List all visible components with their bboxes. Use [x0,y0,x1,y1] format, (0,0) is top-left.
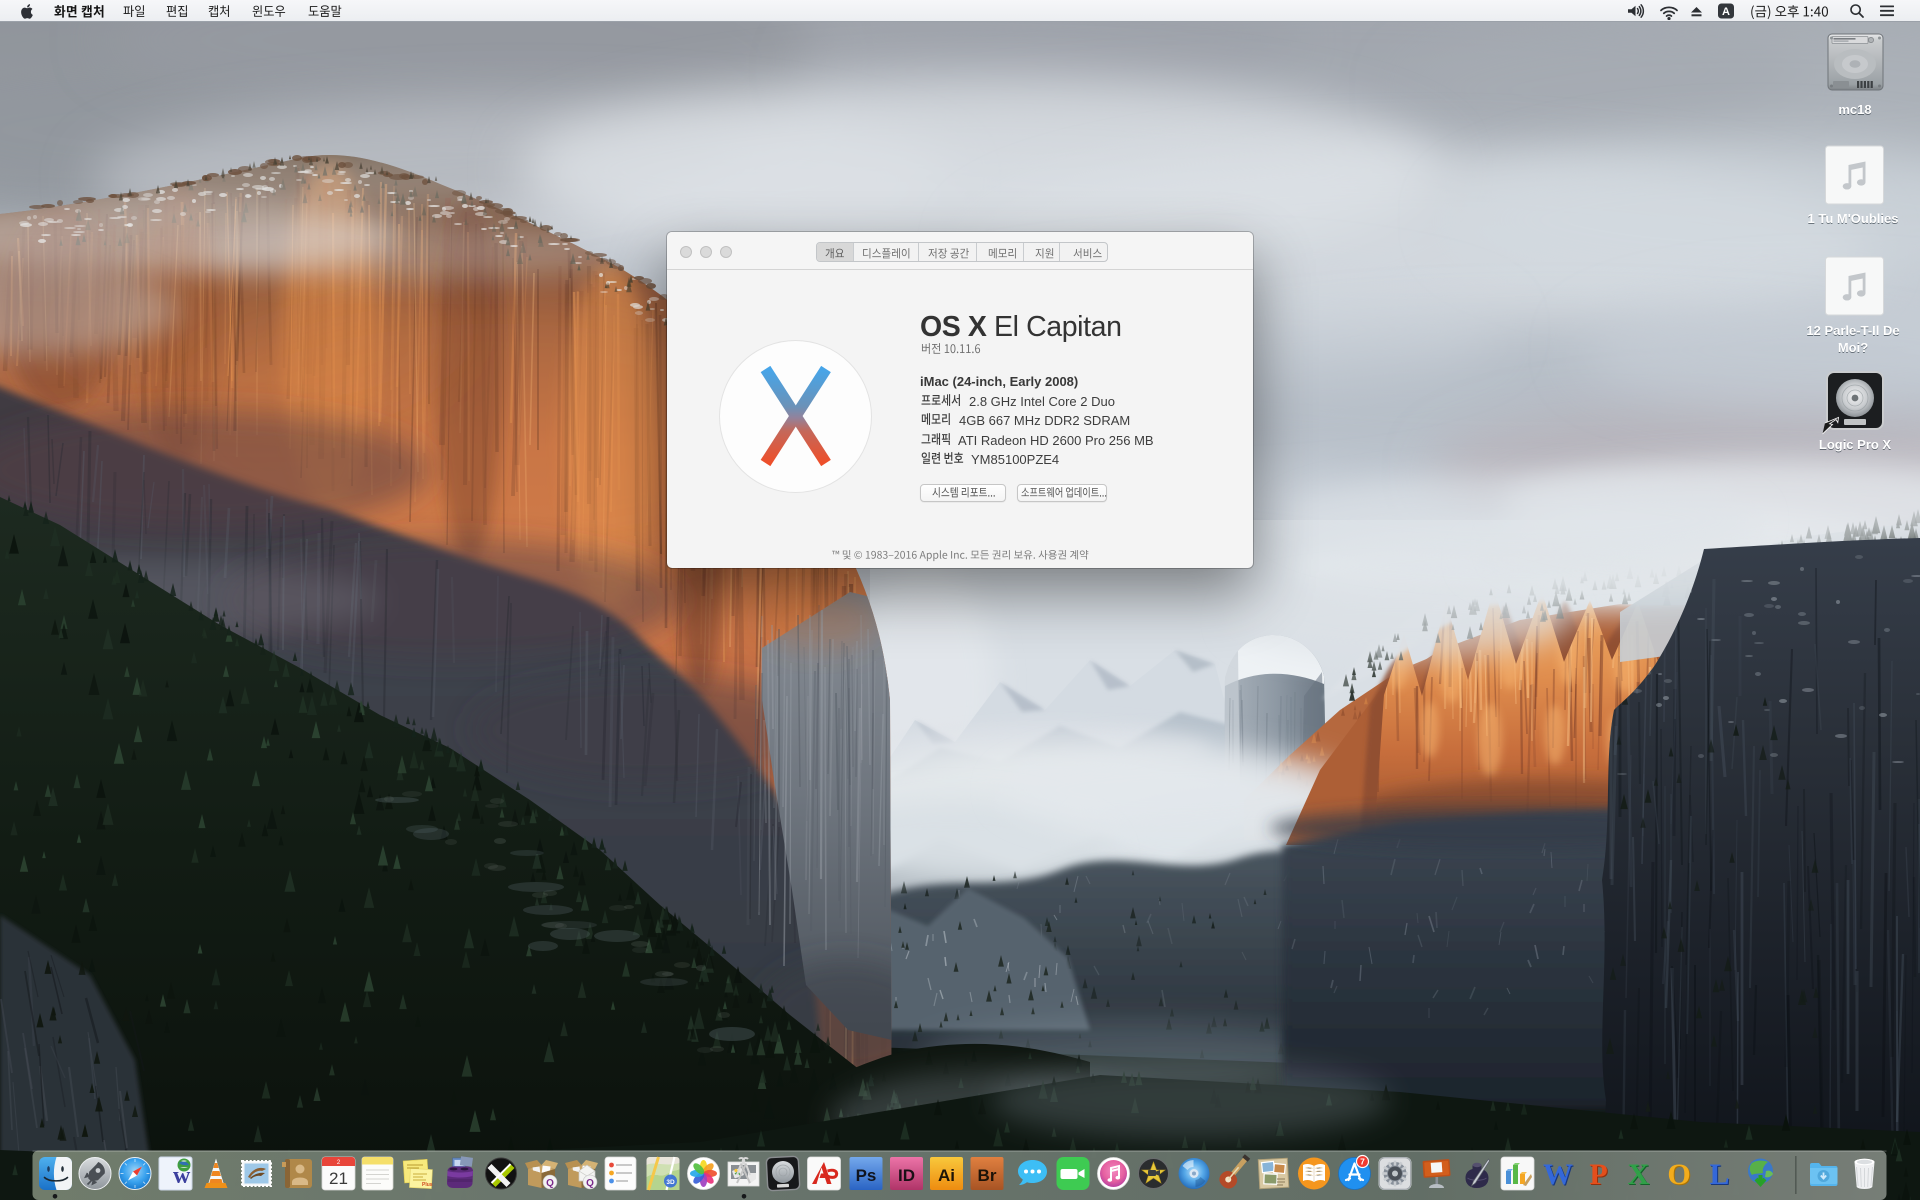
svg-text:21: 21 [329,1169,348,1188]
svg-text:ID: ID [898,1166,915,1185]
svg-text:L: L [1709,1158,1729,1191]
svg-text:Q: Q [586,1178,594,1189]
svg-text:X: X [1628,1158,1650,1191]
svg-text:A: A [1722,6,1730,18]
svg-text:Ai: Ai [938,1166,955,1185]
svg-text:7: 7 [1360,1157,1365,1167]
svg-text:P: P [1589,1158,1607,1191]
svg-text:O: O [1667,1158,1690,1191]
svg-text:Ps: Ps [856,1166,877,1185]
svg-text:3D: 3D [666,1179,675,1186]
svg-text:Br: Br [978,1166,997,1185]
svg-text:Q: Q [546,1178,554,1189]
svg-text:W: W [1543,1158,1573,1191]
svg-text:Plus: Plus [422,1182,433,1188]
